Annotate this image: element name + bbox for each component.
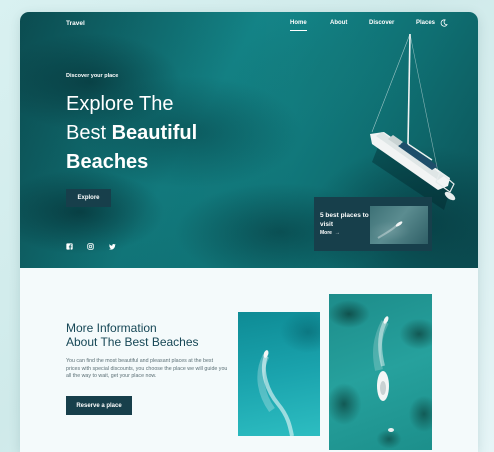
card-more-label: More: [320, 230, 332, 236]
logo[interactable]: Travel: [66, 20, 85, 27]
hero-title: Explore The Best Beautiful Beaches: [66, 90, 286, 177]
speedboat-wake-image: [257, 350, 294, 436]
hero-title-line2-plain: Best: [66, 122, 112, 144]
card-title: 5 best places to visit: [320, 212, 369, 228]
top-nav: Travel Home About Discover Places: [20, 12, 478, 42]
hero-title-line2-bold: Beautiful: [111, 122, 198, 144]
yacht-aerial-image: [373, 316, 394, 432]
best-places-card[interactable]: 5 best places to visit More →: [314, 197, 432, 251]
facebook-icon[interactable]: [66, 243, 73, 250]
hero-section: Travel Home About Discover Places Discov…: [20, 12, 478, 268]
hero-eyebrow: Discover your place: [66, 73, 119, 79]
hero-title-line3: Beaches: [66, 151, 149, 173]
moon-icon[interactable]: [440, 19, 448, 27]
reserve-place-button[interactable]: Reserve a place: [66, 396, 132, 415]
info-title-line2: About The Best Beaches: [66, 335, 199, 349]
info-title-line1: More Information: [66, 321, 157, 335]
card-boat-image: [377, 221, 403, 239]
info-description: You can find the most beautiful and plea…: [66, 358, 228, 379]
hero-title-line1: Explore The: [66, 93, 174, 115]
explore-button[interactable]: Explore: [66, 189, 111, 207]
card-more-link[interactable]: More →: [320, 230, 340, 236]
card-thumbnail: [370, 206, 428, 244]
nav-link-home[interactable]: Home: [290, 20, 307, 31]
hero-title-line2: Best Beautiful: [66, 119, 286, 148]
beach-photo-speedboat: [238, 312, 320, 436]
nav-link-places[interactable]: Places: [416, 20, 435, 26]
instagram-icon[interactable]: [87, 243, 94, 250]
nav-link-about[interactable]: About: [330, 20, 347, 26]
page: Travel Home About Discover Places Discov…: [20, 12, 478, 452]
twitter-icon[interactable]: [109, 243, 116, 250]
info-title: More Information About The Best Beaches: [66, 321, 199, 349]
arrow-right-icon: →: [333, 230, 340, 236]
beach-photo-yacht: [329, 294, 432, 450]
nav-link-discover[interactable]: Discover: [369, 20, 394, 26]
